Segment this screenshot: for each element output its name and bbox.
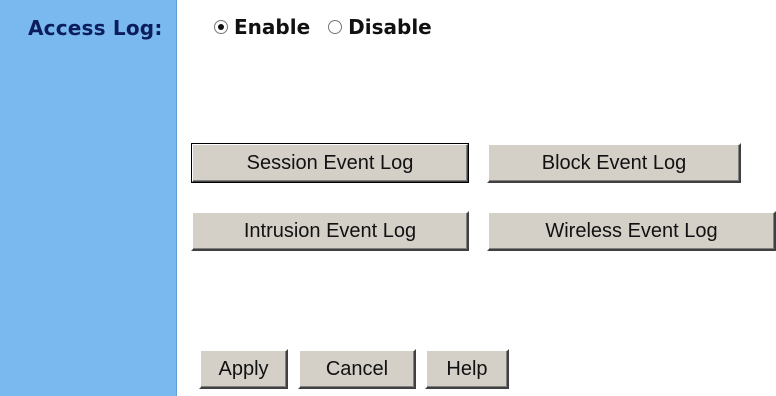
- enable-label: Enable: [234, 15, 311, 39]
- disable-label: Disable: [348, 15, 432, 39]
- access-log-label: Access Log:: [28, 16, 163, 40]
- left-sidebar: Access Log:: [0, 0, 177, 396]
- session-event-log-button[interactable]: Session Event Log: [191, 143, 469, 183]
- access-log-page: Access Log: Enable Disable Session Event…: [0, 0, 776, 396]
- block-event-log-button[interactable]: Block Event Log: [487, 143, 741, 183]
- intrusion-event-log-button[interactable]: Intrusion Event Log: [191, 211, 469, 251]
- enable-radio[interactable]: Enable: [214, 15, 310, 39]
- disable-radio[interactable]: Disable: [328, 15, 432, 39]
- cancel-button[interactable]: Cancel: [298, 349, 416, 389]
- apply-button[interactable]: Apply: [199, 349, 288, 389]
- radio-selected-icon[interactable]: [214, 20, 228, 34]
- wireless-event-log-button[interactable]: Wireless Event Log: [487, 211, 776, 251]
- help-button[interactable]: Help: [425, 349, 509, 389]
- radio-unselected-icon[interactable]: [328, 20, 343, 34]
- access-log-radio-group: Enable Disable: [214, 15, 432, 39]
